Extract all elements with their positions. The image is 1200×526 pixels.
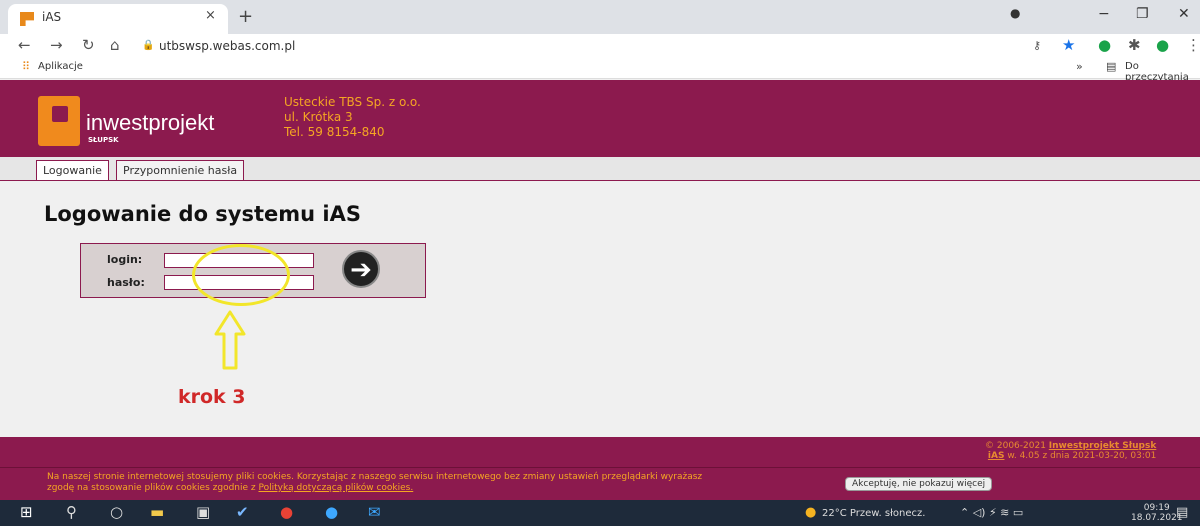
company-street: ul. Krótka 3: [284, 110, 353, 124]
clock[interactable]: 09:19 18.07.2021: [1131, 503, 1183, 523]
puzzle-icon[interactable]: ✱: [1128, 36, 1141, 54]
cookie-text-line1: Na naszej stronie internetowej stosujemy…: [47, 472, 703, 482]
apps-bookmark[interactable]: Aplikacje: [38, 61, 83, 72]
cookie-notice: Na naszej stronie internetowej stosujemy…: [47, 472, 702, 494]
search-icon[interactable]: ⚲: [66, 503, 77, 521]
edge-icon[interactable]: ●: [325, 503, 338, 521]
version-text: w. 4.05 z dnia 2021-03-20, 03:01: [1007, 451, 1157, 461]
copyright-link[interactable]: Inwestprojekt Słupsk: [1049, 441, 1157, 451]
weather-text[interactable]: 22°C Przew. słonecz.: [822, 508, 925, 519]
forward-icon[interactable]: →: [50, 36, 63, 54]
weather-icon: ●: [805, 505, 817, 520]
clock-date: 18.07.2021: [1131, 513, 1183, 523]
app-icon[interactable]: ✔: [236, 503, 249, 521]
page-title: Logowanie do systemu iAS: [44, 202, 361, 226]
windows-start-icon[interactable]: ⊞: [20, 503, 33, 521]
extension-icon[interactable]: ●: [1098, 36, 1111, 54]
copyright: © 2006-2021 Inwestprojekt Słupsk iAS w. …: [985, 441, 1156, 461]
profile-icon[interactable]: ●: [1010, 6, 1020, 20]
store-icon[interactable]: ▣: [196, 503, 210, 521]
notifications-icon[interactable]: ▤: [1176, 505, 1188, 520]
file-explorer-icon[interactable]: ▬: [150, 503, 164, 521]
cookie-policy-link[interactable]: Polityką dotyczącą plików cookies.: [258, 483, 413, 493]
chrome-icon[interactable]: ●: [280, 503, 293, 521]
logo: inwestprojekt: [86, 110, 215, 135]
login-label: login:: [107, 253, 143, 266]
tab-przypomnienie-hasla[interactable]: Przypomnienie hasła: [116, 160, 245, 180]
tab-logowanie[interactable]: Logowanie: [36, 160, 109, 180]
key-icon[interactable]: ⚷: [1033, 39, 1041, 52]
password-label: hasło:: [107, 276, 145, 289]
system-tray-icons[interactable]: ⌃ ◁) ⚡ ≋ ▭: [960, 506, 1023, 519]
company-name: Usteckie TBS Sp. z o.o.: [284, 95, 421, 109]
restore-button[interactable]: ❐: [1136, 6, 1149, 22]
arrow-right-icon: ➔: [350, 255, 372, 285]
cookie-text-line2: zgodę na stosowanie plików cookies zgodn…: [47, 483, 256, 493]
back-icon[interactable]: ←: [18, 36, 31, 54]
more-bookmarks-icon[interactable]: »: [1076, 60, 1083, 73]
new-tab-button[interactable]: +: [238, 6, 253, 27]
minimize-button[interactable]: −: [1098, 6, 1110, 22]
company-info: Usteckie TBS Sp. z o.o. ul. Krótka 3 Tel…: [284, 95, 421, 140]
step-annotation: krok 3: [178, 386, 246, 408]
apps-grid-icon[interactable]: ⠿: [22, 60, 30, 73]
lock-icon: 🔒: [142, 40, 155, 51]
reload-icon[interactable]: ↻: [82, 36, 95, 54]
logo-subtitle: SŁUPSK: [88, 136, 119, 144]
tab-title: iAS: [42, 10, 62, 24]
menu-icon[interactable]: ⋮: [1186, 36, 1200, 54]
reading-list-icon[interactable]: ▤: [1106, 60, 1116, 73]
avatar[interactable]: ●: [1156, 36, 1169, 54]
copyright-years: © 2006-2021: [985, 441, 1046, 451]
tab-close-button[interactable]: ×: [205, 8, 216, 23]
company-phone: Tel. 59 8154-840: [284, 125, 385, 139]
browser-tab[interactable]: [8, 4, 228, 34]
logo-mark-inner: [52, 106, 68, 122]
login-submit-button[interactable]: ➔: [342, 250, 380, 288]
address-bar[interactable]: utbswsp.webas.com.pl: [159, 39, 295, 53]
clock-time: 09:19: [1143, 503, 1170, 513]
version-app-link[interactable]: iAS: [988, 451, 1005, 461]
star-icon[interactable]: ★: [1062, 36, 1075, 54]
task-view-icon[interactable]: ○: [110, 503, 123, 521]
bookmarks-bar: [0, 58, 1200, 79]
highlight-circle: [192, 244, 290, 306]
close-window-button[interactable]: ✕: [1178, 6, 1190, 22]
cookie-accept-button[interactable]: Akceptuję, nie pokazuj więcej: [845, 477, 993, 491]
mail-icon[interactable]: ✉: [368, 503, 381, 521]
arrow-up-annotation-icon: [214, 310, 246, 370]
home-icon[interactable]: ⌂: [110, 36, 120, 54]
